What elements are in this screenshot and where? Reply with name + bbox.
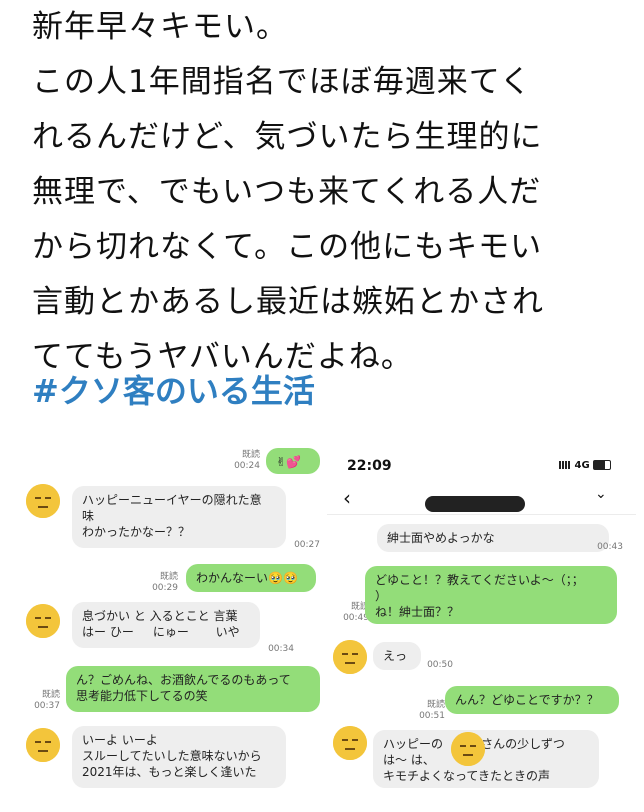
chat-screenshot-right: 22:09 4G ‹ ⌄ 紳士面やめよっかな 00:43 既読 00:49 どゆ… [327, 440, 636, 812]
battery-icon [593, 460, 612, 470]
incoming-message: いーよ いーよ スルーしてたいした意味ないから 2021年は、もっと楽しく逢いた [72, 726, 286, 788]
contact-avatar-icon [26, 604, 60, 638]
message-meta: 既読 00:49 [335, 602, 369, 624]
overlay-emoji-icon [451, 732, 485, 766]
read-receipt: 既読 [426, 700, 445, 710]
tweet-line: から切れなくて。この他にもキモい [32, 229, 543, 265]
tweet-line: 新年早々キモい。 [32, 9, 288, 45]
outgoing-message: ✌💕 [266, 448, 320, 474]
timestamp: 00:34 [268, 644, 294, 654]
timestamp: 00:27 [294, 540, 320, 550]
redacted-contact-name [425, 496, 525, 512]
message-meta: 既読 00:37 [26, 690, 60, 712]
read-receipt: 既読 [41, 690, 60, 700]
read-receipt: 既読 [241, 450, 260, 460]
contact-avatar-icon [333, 640, 367, 674]
read-receipt: 既読 [159, 572, 178, 582]
timestamp: 00:37 [34, 701, 60, 711]
tweet-line: 無理で、でもいつも来てくれる人だ [32, 174, 542, 210]
incoming-message: ハッピーニューイヤーの隠れた意 味 わかったかなー？？ [72, 486, 286, 548]
signal-icon [559, 461, 571, 469]
incoming-message: 息づかい と 入るとこと 言葉 はー ひー にゅー いや [72, 602, 260, 648]
timestamp: 00:29 [152, 583, 178, 593]
timestamp: 00:24 [234, 461, 260, 471]
outgoing-message: んん？どゆことですか？？ [445, 686, 619, 714]
outgoing-message: どゆこと！？教えてくださいよ～（；； ） ね！紳士面？？ [365, 566, 617, 624]
timestamp: 00:50 [427, 660, 453, 670]
tweet-line: 言動とかあるし最近は嫉妬とかされ [32, 284, 544, 320]
incoming-message: 紳士面やめよっかな [377, 524, 609, 552]
network-indicator: 4G [559, 460, 612, 471]
status-bar: 22:09 4G [327, 440, 636, 474]
incoming-message: ハッピーの さんの少しずつ は～ は、 キモチよくなってきたときの声 [373, 730, 599, 788]
contact-avatar-icon [26, 484, 60, 518]
back-chevron-icon[interactable]: ‹ [343, 486, 351, 510]
timestamp: 00:51 [419, 711, 445, 721]
chat-screenshot-left: 既読 00:24 ✌💕 ハッピーニューイヤーの隠れた意 味 わかったかなー？？ … [18, 440, 323, 812]
timestamp: 00:49 [343, 613, 369, 623]
network-label: 4G [574, 460, 590, 471]
timestamp: 00:43 [597, 542, 623, 552]
tweet-line: れるんだけど、気づいたら生理的に [32, 119, 543, 155]
chat-header: ‹ ⌄ [327, 480, 636, 515]
message-meta: 既読 00:29 [144, 572, 178, 594]
chevron-down-icon[interactable]: ⌄ [595, 486, 607, 502]
status-time: 22:09 [347, 458, 392, 474]
outgoing-message: ん？ごめんね、お酒飲んでるのもあって 思考能力低下してるの笑 [66, 666, 320, 712]
message-meta: 既読 00:51 [411, 700, 445, 722]
contact-avatar-icon [333, 726, 367, 760]
tweet-line: この人1年間指名でほぼ毎週来てく [32, 64, 532, 100]
outgoing-message: わかんなーい🥹🥹 [186, 564, 316, 592]
incoming-message: えっ [373, 642, 421, 670]
message-meta: 既読 00:24 [226, 450, 260, 472]
hashtag-link[interactable]: #クソ客のいる生活 [32, 366, 315, 412]
tweet-text: 新年早々キモい。 この人1年間指名でほぼ毎週来てく れるんだけど、気づいたら生理… [32, 0, 632, 385]
contact-avatar-icon [26, 728, 60, 762]
read-receipt: 既読 [350, 602, 369, 612]
